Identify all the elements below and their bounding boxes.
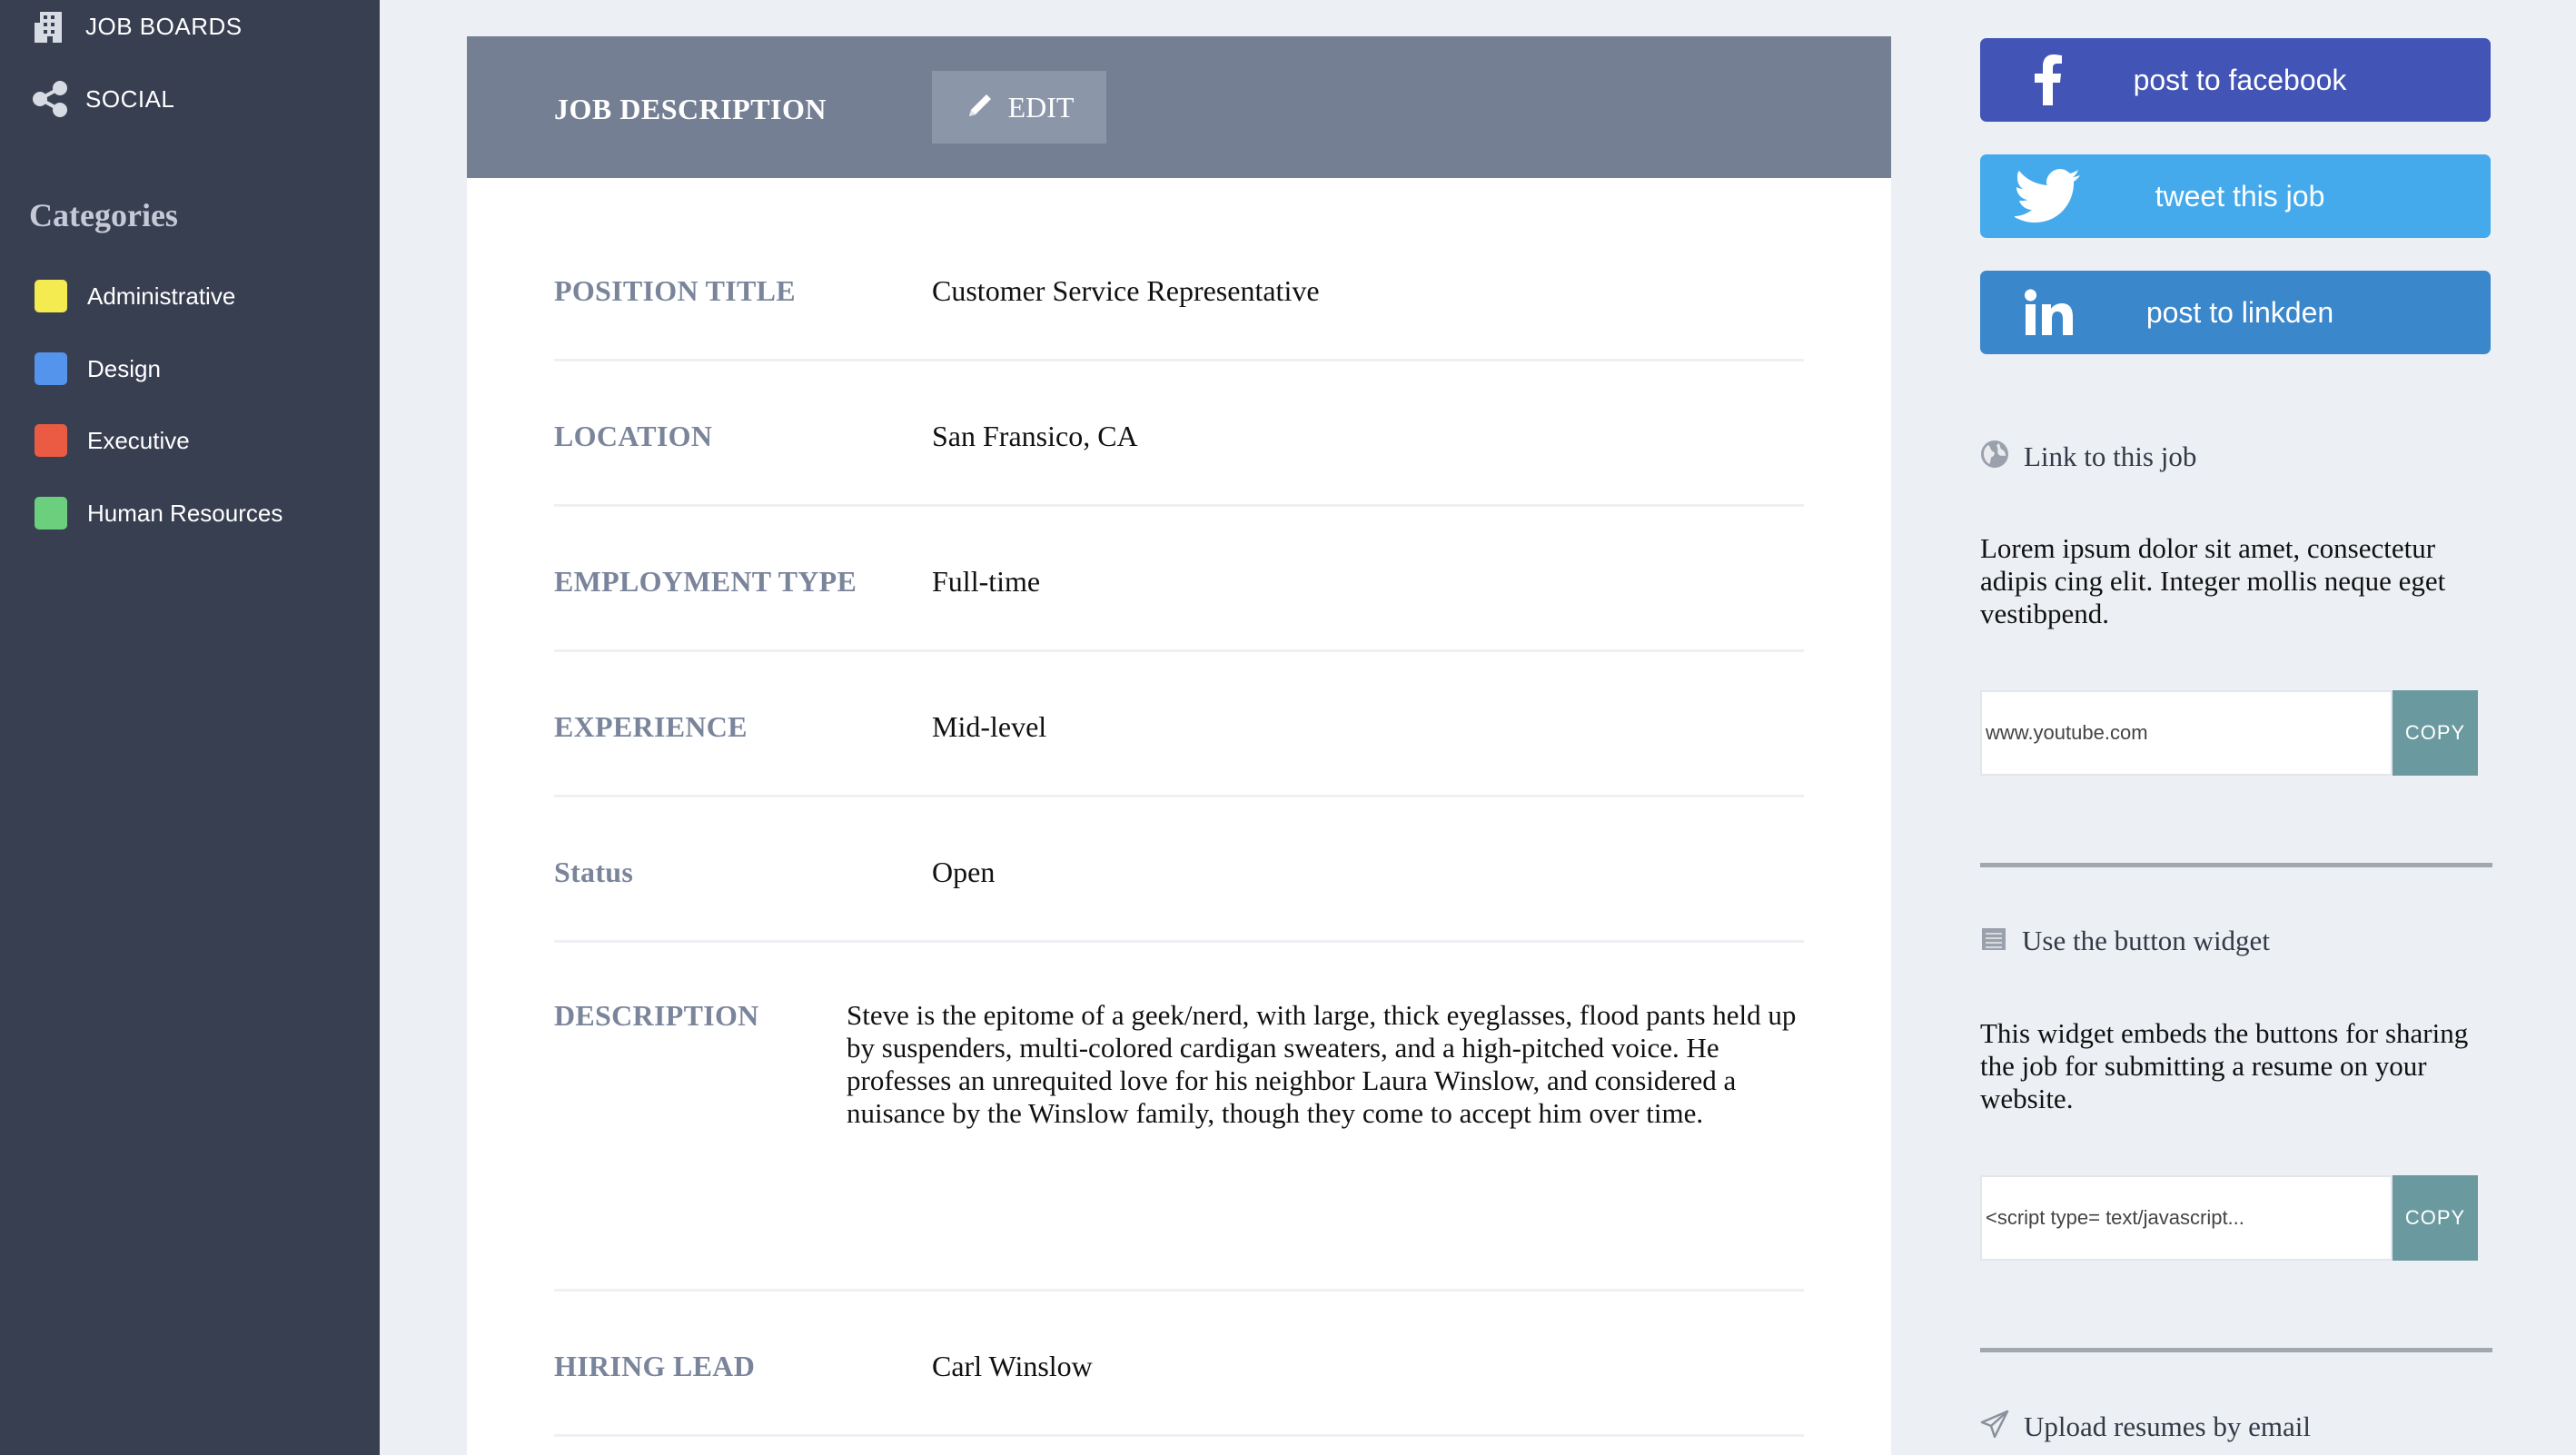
share-label: tweet this job [2155,179,2325,213]
field-label: POSITION TITLE [554,274,796,307]
category-swatch [35,280,67,312]
category-swatch [35,497,67,530]
button-widget-description: This widget embeds the buttons for shari… [1980,1017,2469,1114]
field-label: Status [554,856,634,888]
category-swatch [35,424,67,457]
field-value: Mid-level [932,710,1047,743]
nav-label: SOCIAL [85,84,175,113]
field-row-description: DESCRIPTION Steve is the epitome of a ge… [554,943,1804,1292]
field-value: Carl Winslow [932,1350,1093,1382]
field-label: EXPERIENCE [554,710,748,743]
button-widget-title: Use the button widget [2022,925,2270,956]
field-label: LOCATION [554,420,713,452]
upload-resumes-title: Upload resumes by email [2024,1410,2311,1442]
field-row-hiring-lead: HIRING LEAD Carl Winslow [554,1292,1804,1437]
sidebar: JOB BOARDS SOCIAL Categories Administrat… [0,0,380,1455]
section-divider [1980,863,2492,867]
field-row-position-title: POSITION TITLE Customer Service Represen… [554,178,1804,361]
tweet-this-job-button[interactable]: tweet this job [1980,154,2491,238]
nav-item-social[interactable]: SOCIAL [27,76,174,122]
field-row-employment-type: EMPLOYMENT TYPE Full-time [554,507,1804,652]
link-to-job-title: Link to this job [2024,440,2197,472]
copy-widget-button[interactable]: COPY [2393,1175,2478,1261]
link-copy-group: www.youtube.com COPY [1980,690,2478,776]
widget-copy-group: <script type= text/javascript... COPY [1980,1175,2478,1261]
field-row-experience: EXPERIENCE Mid-level [554,652,1804,797]
field-value: Open [932,856,996,888]
share-nodes-icon [27,76,74,122]
field-label: HIRING LEAD [554,1350,756,1382]
category-label: Design [87,354,161,382]
category-human-resources[interactable]: Human Resources [35,495,282,531]
description-text: Steve is the epitome of a geek/nerd, wit… [847,999,1797,1129]
category-administrative[interactable]: Administrative [35,278,235,314]
category-label: Executive [87,426,190,454]
upload-resumes-heading: Upload resumes by email [1980,1410,2311,1443]
edit-label: EDIT [1007,90,1075,124]
widget-code-input[interactable]: <script type= text/javascript... [1980,1175,2393,1261]
link-to-job-description: Lorem ipsum dolor sit amet, consectetur … [1980,532,2446,629]
nav-item-job-boards[interactable]: JOB BOARDS [27,4,243,49]
share-label: post to facebook [2133,63,2347,96]
category-design[interactable]: Design [35,351,161,387]
post-to-linkedin-button[interactable]: post to linkden [1980,271,2491,354]
field-value: Customer Service Representative [932,274,1320,307]
share-label: post to linkden [2145,295,2334,329]
field-value: Full-time [932,565,1041,598]
field-label: EMPLOYMENT TYPE [554,565,857,598]
category-label: Human Resources [87,499,283,527]
categories-heading: Categories [29,197,178,233]
field-row-location: LOCATION San Fransico, CA [554,361,1804,507]
category-label: Administrative [87,282,236,310]
paper-plane-icon [1980,1410,2009,1443]
field-value: San Fransico, CA [932,420,1138,452]
button-widget-heading: Use the button widget [1980,925,2270,957]
category-swatch [35,352,67,385]
pencil-icon [965,90,996,125]
link-to-job-heading: Link to this job [1980,440,2196,473]
section-divider [1980,1348,2492,1352]
nav-label: JOB BOARDS [85,12,243,40]
copy-link-button[interactable]: COPY [2393,690,2478,776]
edit-button[interactable]: EDIT [932,71,1106,144]
field-label: DESCRIPTION [554,999,759,1032]
card-title: JOB DESCRIPTION [554,93,827,125]
field-row-status: Status Open [554,797,1804,943]
category-executive[interactable]: Executive [35,422,190,459]
post-to-facebook-button[interactable]: post to facebook [1980,38,2491,122]
widget-icon [1980,925,2007,957]
job-link-input[interactable]: www.youtube.com [1980,690,2393,776]
card-header: JOB DESCRIPTION EDIT [467,36,1891,178]
globe-icon [1980,440,2009,473]
building-icon [27,4,74,49]
job-description-card: JOB DESCRIPTION EDIT POSITION TITLE Cust… [467,36,1891,1455]
